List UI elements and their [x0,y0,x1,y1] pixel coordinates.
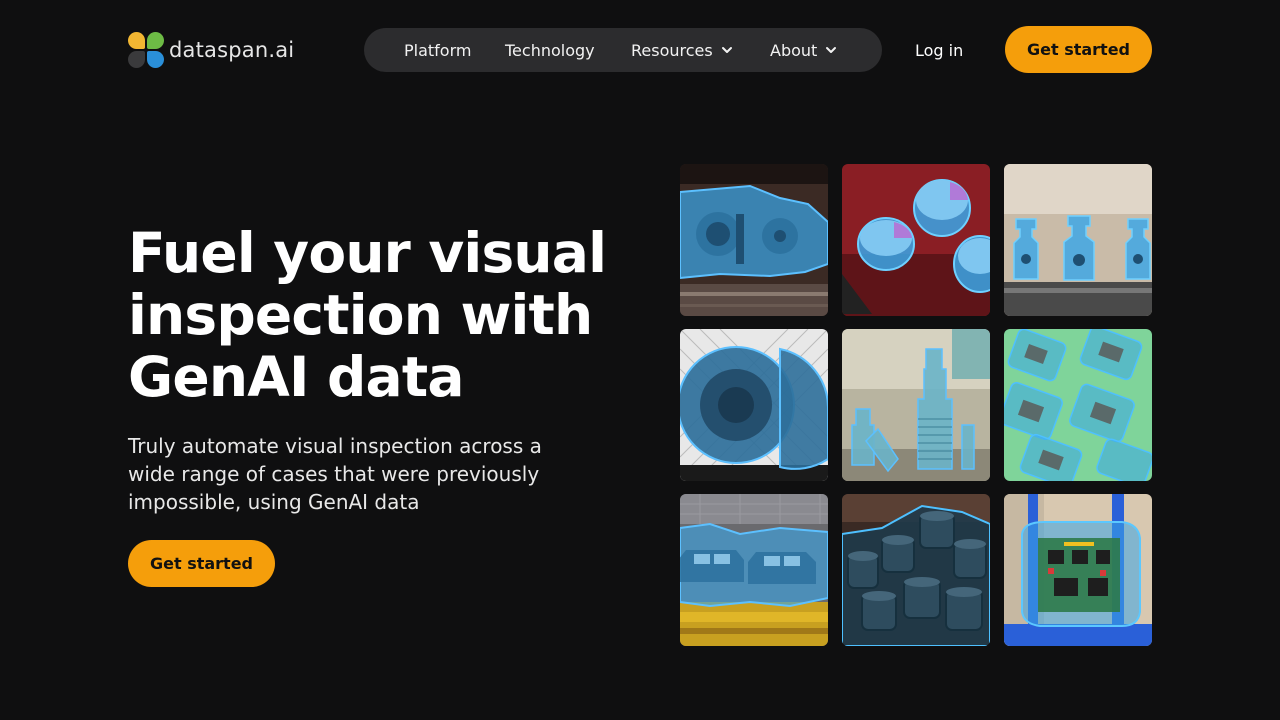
gallery-image-gear-shafts [842,329,990,481]
hero-title: Fuel your visual inspection with GenAI d… [128,222,648,408]
hero-subtitle: Truly automate visual inspection across … [128,432,598,516]
nav-item-platform[interactable]: Platform [404,28,471,72]
nav-item-label: Resources [631,40,713,60]
hero-subtitle-line: Truly automate visual inspection across … [128,434,542,458]
brand-logo[interactable]: dataspan.ai [128,32,294,68]
nav-item-about[interactable]: About [770,28,837,72]
nav-item-resources[interactable]: Resources [631,28,733,72]
login-link[interactable]: Log in [915,28,963,72]
chevron-down-icon [826,47,837,53]
nav-item-label: Technology [505,40,595,60]
gallery-image-car-assembly [680,494,828,646]
nav-item-label: Platform [404,40,472,60]
gallery-image-train-bogie [680,164,828,316]
hero-subtitle-line: impossible, using GenAI data [128,490,420,514]
nav-item-technology[interactable]: Technology [505,28,595,72]
gallery-image-mechanical-parts [1004,164,1152,316]
hero-title-line: GenAI data [128,345,464,409]
gallery-image-plastic-gears [842,494,990,646]
gallery-image-electronics-board [1004,494,1152,646]
inspection-image-gallery [680,164,1152,646]
get-started-button[interactable]: Get started [1005,26,1152,73]
logo-icon [128,32,164,68]
hero-get-started-button[interactable]: Get started [128,540,275,587]
gallery-image-capacitors [842,164,990,316]
brand-name: dataspan.ai [169,38,295,62]
gallery-image-gear-wheels [680,329,828,481]
hero-title-line: inspection with [128,283,593,347]
chevron-down-icon [721,47,732,53]
gallery-image-circuit-modules [1004,329,1152,481]
nav-item-label: About [770,40,818,60]
hero-title-line: Fuel your visual [128,221,607,285]
main-nav: Platform Technology Resources About [364,28,882,72]
site-header: dataspan.ai Platform Technology Resource… [0,0,1280,100]
hero-subtitle-line: wide range of cases that were previously [128,462,540,486]
